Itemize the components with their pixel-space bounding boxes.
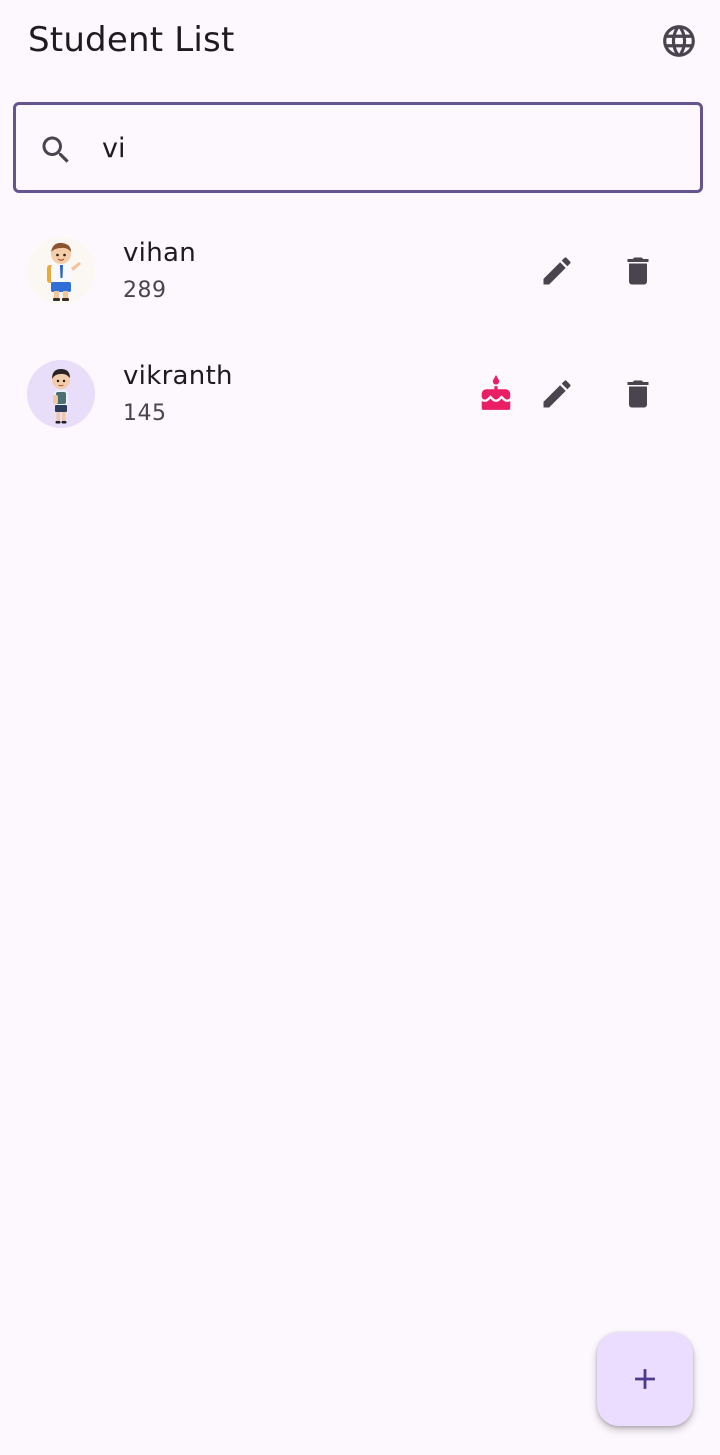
- list-item[interactable]: vikranth 145: [0, 333, 720, 456]
- list-item[interactable]: vihan 289: [0, 210, 720, 333]
- delete-button[interactable]: [614, 247, 662, 295]
- pencil-icon: [543, 380, 571, 408]
- avatar: [27, 360, 95, 428]
- delete-button[interactable]: [614, 370, 662, 418]
- page-title: Student List: [28, 20, 235, 60]
- globe-icon: [663, 25, 695, 57]
- plus-icon: [635, 1369, 655, 1389]
- birthday-indicator: [472, 370, 520, 418]
- search-input[interactable]: [102, 125, 682, 171]
- avatar: [27, 237, 95, 305]
- add-student-button[interactable]: [597, 1332, 693, 1426]
- trash-icon: [627, 257, 649, 285]
- pencil-icon: [543, 257, 571, 285]
- student-number: 145: [123, 401, 167, 426]
- student-list-screen: Student List vi vihan 289 vikranth 145: [0, 0, 720, 1455]
- app-bar: Student List: [0, 0, 720, 80]
- student-name: vihan: [123, 238, 196, 268]
- trash-icon: [627, 380, 649, 408]
- edit-button[interactable]: [533, 247, 581, 295]
- boy-cartoon-avatar-icon: [27, 360, 95, 428]
- search-field[interactable]: [13, 102, 703, 193]
- edit-button[interactable]: [533, 370, 581, 418]
- student-number: 289: [123, 278, 167, 303]
- cake-icon: [481, 375, 511, 410]
- search-icon: [42, 136, 69, 163]
- student-list: vihan 289 vikranth 145: [0, 210, 720, 456]
- student-name: vikranth: [123, 361, 233, 391]
- language-button[interactable]: [654, 16, 704, 66]
- boy-cartoon-avatar-icon: [27, 237, 95, 305]
